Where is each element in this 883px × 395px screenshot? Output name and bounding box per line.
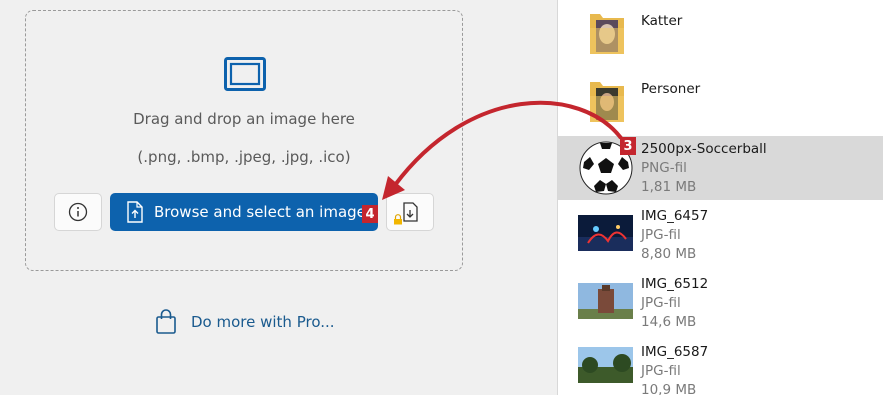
upload-pane: Drag and drop an image here (.png, .bmp,… <box>0 0 557 395</box>
file-type: PNG-fil <box>641 160 687 176</box>
supported-formats: (.png, .bmp, .jpeg, .jpg, .ico) <box>137 148 351 166</box>
paste-button[interactable] <box>386 193 434 231</box>
pro-link-label: Do more with Pro... <box>191 313 335 331</box>
file-size: 8,80 MB <box>641 246 697 262</box>
folder-icon <box>590 82 624 122</box>
lock-icon <box>394 214 402 225</box>
file-size: 10,9 MB <box>641 382 697 395</box>
browse-button-label: Browse and select an image <box>154 203 366 221</box>
step-badge-3: 3 <box>620 137 636 155</box>
file-browser: Katter Personer 2500px-Soccerball PNG-fi… <box>557 0 883 395</box>
shopping-bag-icon <box>155 309 177 335</box>
drop-zone[interactable]: Drag and drop an image here (.png, .bmp,… <box>25 10 463 271</box>
file-type: JPG-fil <box>641 295 681 311</box>
folder-icon <box>590 14 624 54</box>
file-type: JPG-fil <box>641 227 681 243</box>
image-thumbnail <box>578 283 633 319</box>
list-item-file-img6512[interactable]: IMG_6512 JPG-fil 14,6 MB <box>558 271 883 337</box>
drop-instruction: Drag and drop an image here <box>133 110 355 128</box>
list-item-file-img6587[interactable]: IMG_6587 JPG-fil 10,9 MB <box>558 339 883 395</box>
pro-upgrade-link[interactable]: Do more with Pro... <box>155 309 335 335</box>
folder-name: Personer <box>641 81 701 97</box>
file-size: 14,6 MB <box>641 314 697 330</box>
file-name: IMG_6457 <box>641 208 709 224</box>
file-type: JPG-fil <box>641 363 681 379</box>
list-item-file-img6457[interactable]: IMG_6457 JPG-fil 8,80 MB <box>558 203 883 269</box>
info-button[interactable] <box>54 193 102 231</box>
list-item-folder-personer[interactable]: Personer <box>558 68 883 134</box>
folder-name: Katter <box>641 13 683 29</box>
file-name: 2500px-Soccerball <box>641 141 767 157</box>
list-item-file-soccerball[interactable]: 2500px-Soccerball PNG-fil 1,81 MB <box>558 136 883 200</box>
image-thumbnail <box>578 215 633 251</box>
browse-button[interactable]: Browse and select an image 4 <box>110 193 378 231</box>
step-badge-4: 4 <box>362 205 378 223</box>
file-name: IMG_6512 <box>641 276 709 292</box>
image-placeholder-icon <box>224 57 266 91</box>
file-name: IMG_6587 <box>641 344 709 360</box>
list-item-folder-katter[interactable]: Katter <box>558 0 883 66</box>
file-size: 1,81 MB <box>641 179 697 195</box>
file-upload-icon <box>126 201 144 223</box>
image-thumbnail <box>578 347 633 383</box>
info-icon <box>68 202 88 222</box>
paste-icon <box>403 202 418 222</box>
